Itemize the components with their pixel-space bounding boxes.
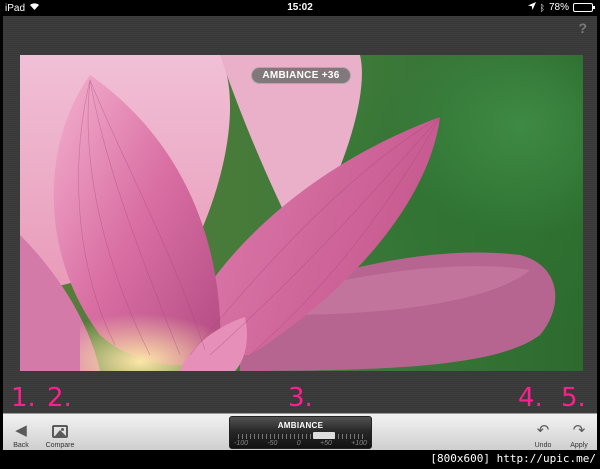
annotation-1: 1.: [11, 383, 36, 413]
back-triangle-icon: ◀: [15, 422, 27, 439]
undo-label: Undo: [534, 442, 552, 449]
annotation-3: 3.: [288, 383, 313, 413]
back-label: Back: [13, 442, 29, 449]
scale-label: 0: [296, 440, 301, 447]
scale-label: +100: [351, 440, 367, 447]
scale-label: -50: [267, 440, 278, 447]
slider-ticks: [238, 434, 363, 439]
slider-title: AMBIANCE: [277, 421, 324, 430]
help-icon[interactable]: ?: [578, 20, 587, 36]
scale-label: +50: [319, 440, 332, 447]
watermark-text: [800x600] http://upic.me/: [430, 452, 596, 465]
battery-icon: [573, 3, 595, 12]
lotus-flower-image: [20, 55, 556, 371]
image-icon: [52, 425, 68, 438]
annotation-5: 5.: [561, 383, 586, 413]
edited-photo[interactable]: [20, 55, 583, 371]
apply-label: Apply: [570, 442, 588, 449]
compare-label: Compare: [45, 442, 75, 449]
adjustment-value-overlay: AMBIANCE +36: [251, 67, 351, 84]
battery-percent: 78%: [548, 2, 569, 13]
bottom-toolbar: ◀ Back Compare AMBIANCE -100 -50 0 +50 +…: [3, 413, 597, 450]
compare-button[interactable]: Compare: [41, 414, 79, 451]
bluetooth-icon: ᛒ: [539, 2, 545, 13]
scale-label: -100: [234, 440, 249, 447]
undo-button[interactable]: ↶ Undo: [529, 414, 557, 451]
bottom-bar: [800x600] http://upic.me/: [0, 450, 600, 469]
undo-arrow-icon: ↶: [536, 422, 550, 439]
status-right: ᛒ 78%: [527, 2, 595, 13]
app-frame: iPad 15:02 ᛒ 78% ? AMBIANCE +36 1. 2. 3.…: [0, 0, 600, 469]
annotation-4: 4.: [518, 383, 543, 413]
apply-button[interactable]: ↷ Apply: [565, 414, 593, 451]
status-time: 15:02: [287, 2, 313, 13]
status-bar: iPad 15:02 ᛒ 78%: [3, 0, 597, 16]
slider-scale: -100 -50 0 +50 +100: [234, 440, 367, 447]
back-button[interactable]: ◀ Back: [8, 414, 34, 451]
location-arrow-icon: [527, 2, 536, 13]
apply-arrow-icon: ↷: [572, 422, 586, 439]
annotation-2: 2.: [47, 383, 72, 413]
editor-canvas: ? AMBIANCE +36 1. 2. 3. 4. 5.: [3, 16, 597, 413]
ambiance-slider[interactable]: AMBIANCE -100 -50 0 +50 +100: [229, 416, 372, 449]
slider-thumb[interactable]: [313, 432, 336, 439]
